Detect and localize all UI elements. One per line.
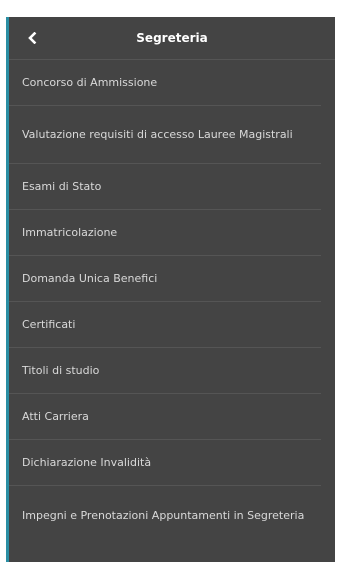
chevron-left-icon[interactable] — [23, 29, 41, 47]
menu-item-label: Atti Carriera — [22, 410, 89, 423]
menu-list: Concorso di Ammissione Valutazione requi… — [9, 60, 335, 544]
page-title: Segreteria — [136, 31, 208, 45]
menu-item-label: Dichiarazione Invalidità — [22, 456, 152, 469]
menu-item-concorso-di-ammissione[interactable]: Concorso di Ammissione — [9, 60, 321, 106]
chevron-left-icon-svg — [28, 32, 37, 44]
menu-item-label: Concorso di Ammissione — [22, 76, 158, 89]
menu-item-titoli-di-studio[interactable]: Titoli di studio — [9, 348, 321, 394]
menu-item-label: Certificati — [22, 318, 76, 331]
menu-item-certificati[interactable]: Certificati — [9, 302, 321, 348]
menu-item-esami-di-stato[interactable]: Esami di Stato — [9, 164, 321, 210]
top-strip — [0, 0, 343, 17]
page: Segreteria Concorso di Ammissione Valuta… — [0, 0, 343, 562]
menu-item-atti-carriera[interactable]: Atti Carriera — [9, 394, 321, 440]
side-menu-panel: Segreteria Concorso di Ammissione Valuta… — [6, 17, 335, 562]
menu-item-label: Valutazione requisiti di accesso Lauree … — [22, 128, 293, 141]
menu-item-domanda-unica-benefici[interactable]: Domanda Unica Benefici — [9, 256, 321, 302]
menu-item-label: Immatricolazione — [22, 226, 118, 239]
menu-item-label: Impegni e Prenotazioni Appuntamenti in S… — [22, 508, 305, 522]
panel-header: Segreteria — [9, 17, 335, 60]
menu-item-label: Domanda Unica Benefici — [22, 272, 158, 285]
menu-item-valutazione-requisiti[interactable]: Valutazione requisiti di accesso Lauree … — [9, 106, 321, 164]
menu-item-immatricolazione[interactable]: Immatricolazione — [9, 210, 321, 256]
menu-item-impegni-e-prenotazioni[interactable]: Impegni e Prenotazioni Appuntamenti in S… — [9, 486, 321, 544]
menu-item-label: Titoli di studio — [22, 364, 100, 377]
menu-item-label: Esami di Stato — [22, 180, 102, 193]
menu-item-dichiarazione-invalidita[interactable]: Dichiarazione Invalidità — [9, 440, 321, 486]
